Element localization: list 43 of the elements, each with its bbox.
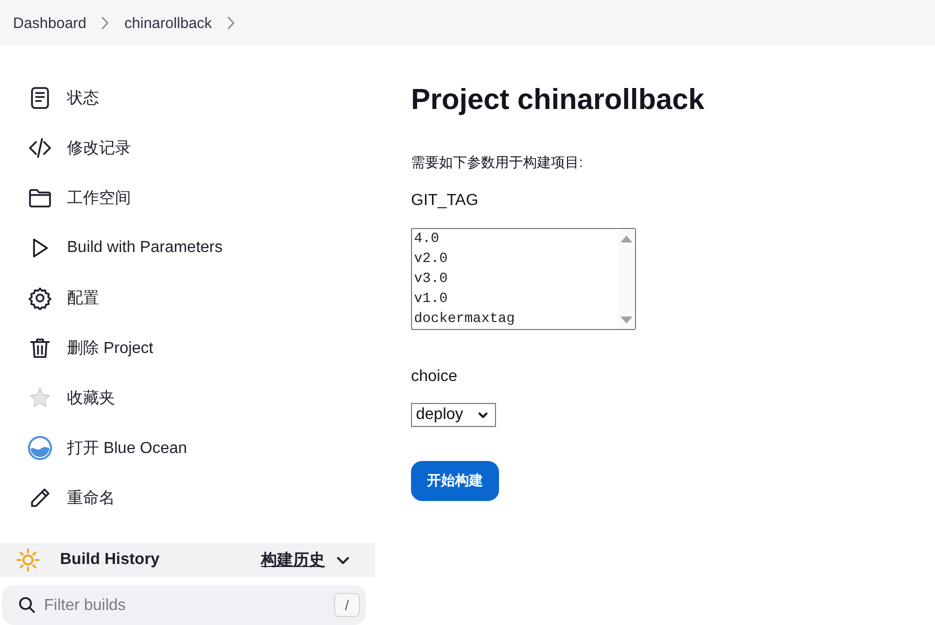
scroll-up-arrow-icon[interactable] bbox=[620, 235, 633, 243]
keyboard-shortcut-hint: / bbox=[334, 593, 360, 617]
chevron-right-icon bbox=[101, 16, 110, 30]
scrollbar[interactable] bbox=[618, 229, 635, 329]
search-icon bbox=[18, 596, 36, 614]
star-icon bbox=[28, 386, 52, 410]
folder-icon bbox=[28, 186, 52, 210]
caret-icon bbox=[478, 412, 488, 418]
parameter-label: choice bbox=[411, 367, 458, 387]
sidebar-link[interactable]: 收藏夹 bbox=[0, 373, 375, 423]
parameters-description: 需要如下参数用于构建项目: bbox=[411, 153, 583, 172]
scroll-down-arrow-icon[interactable] bbox=[620, 316, 633, 324]
sidebar-link[interactable]: 删除 Project bbox=[0, 323, 375, 373]
project-title: Project chinarollback bbox=[411, 83, 704, 118]
settings-icon bbox=[28, 286, 52, 310]
sidebar-link[interactable]: 状态 bbox=[0, 73, 375, 123]
build-button[interactable]: 开始构建 bbox=[411, 461, 499, 501]
parameter-label: GIT_TAG bbox=[411, 191, 478, 211]
listbox-option[interactable]: v2.0 bbox=[412, 249, 618, 269]
document-icon bbox=[28, 86, 52, 110]
choice-dropdown[interactable]: deploy bbox=[411, 403, 496, 427]
build-history-link[interactable]: 构建历史 bbox=[261, 550, 325, 570]
sidebar-link[interactable]: 配置 bbox=[0, 273, 375, 323]
listbox-option[interactable]: v3.0 bbox=[412, 269, 618, 289]
code-icon bbox=[28, 136, 52, 160]
sidebar-link[interactable]: 打开 Blue Ocean bbox=[0, 423, 375, 473]
pencil-icon bbox=[28, 486, 52, 510]
chevron-down-icon[interactable] bbox=[336, 556, 350, 564]
build-history-title: Build History bbox=[60, 551, 160, 569]
git-tag-listbox[interactable]: 4.0 v2.0 v3.0 v1.0 dockermaxtag bbox=[411, 228, 636, 330]
listbox-option[interactable]: v1.0 bbox=[412, 289, 618, 309]
breadcrumb-link[interactable]: chinarollback bbox=[124, 14, 212, 32]
sidebar-link[interactable]: Build with Parameters bbox=[0, 223, 375, 273]
trash-icon bbox=[28, 336, 52, 360]
wave-circle-icon bbox=[28, 436, 52, 460]
sun-icon bbox=[16, 548, 40, 572]
breadcrumb-link[interactable]: Dashboard bbox=[13, 14, 86, 32]
listbox-option[interactable]: dockermaxtag bbox=[412, 309, 618, 329]
sidebar-link[interactable]: 工作空间 bbox=[0, 173, 375, 223]
listbox-option[interactable]: 4.0 bbox=[412, 229, 618, 249]
chevron-right-icon bbox=[226, 16, 235, 30]
sidebar-link[interactable]: 修改记录 bbox=[0, 123, 375, 173]
sidebar-link[interactable]: 重命名 bbox=[0, 473, 375, 523]
